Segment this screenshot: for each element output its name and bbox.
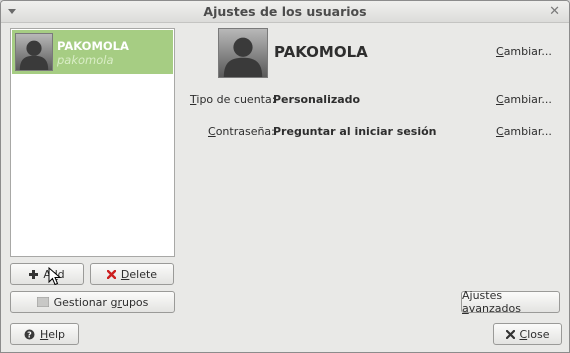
delete-x-icon xyxy=(106,269,116,279)
account-type-value: Personalizado xyxy=(273,93,361,106)
plus-icon xyxy=(29,269,39,279)
password-value: Preguntar al iniciar sesión xyxy=(273,125,437,138)
group-icon xyxy=(36,297,49,307)
advanced-settings-label: Ajustes avanzados xyxy=(462,289,521,315)
user-login-name: pakomola xyxy=(57,53,114,67)
help-icon: ? xyxy=(24,329,35,340)
close-icon[interactable]: ✕ xyxy=(549,4,560,19)
window-title: Ajustes de los usuarios xyxy=(203,4,367,19)
change-account-type-link[interactable]: Cambiar... xyxy=(496,93,552,106)
help-button-label: Help xyxy=(39,327,66,341)
add-button[interactable]: Add xyxy=(10,263,84,285)
mouse-pointer-icon xyxy=(48,267,61,286)
advanced-settings-button[interactable]: Ajustes avanzados xyxy=(461,289,560,315)
account-type-label: Tipo de cuenta: xyxy=(190,93,276,106)
close-x-icon xyxy=(505,329,515,339)
help-button[interactable]: ? Help xyxy=(10,323,79,345)
user-settings-window: Ajustes de los usuarios ✕ PAKOMOLA pakom… xyxy=(0,0,570,353)
selected-user-avatar-icon[interactable] xyxy=(218,28,268,78)
change-name-link[interactable]: Cambiar... xyxy=(496,45,552,58)
title-bar: Ajustes de los usuarios ✕ xyxy=(1,1,569,23)
delete-button-label: Delete xyxy=(120,267,158,281)
close-button[interactable]: Close xyxy=(493,323,562,345)
close-button-label: Close xyxy=(519,327,550,341)
manage-groups-button[interactable]: Gestionar grupos xyxy=(10,291,175,313)
user-display-name: PAKOMOLA xyxy=(57,39,129,53)
user-list[interactable]: PAKOMOLA pakomola xyxy=(10,28,175,257)
delete-button[interactable]: Delete xyxy=(90,263,174,285)
manage-groups-label: Gestionar grupos xyxy=(53,295,149,309)
svg-text:?: ? xyxy=(27,330,32,339)
user-list-item[interactable]: PAKOMOLA pakomola xyxy=(12,30,173,74)
selected-user-name: PAKOMOLA xyxy=(274,43,368,61)
password-label: Contraseña: xyxy=(208,125,275,138)
user-avatar-icon xyxy=(15,33,53,71)
change-password-link[interactable]: Cambiar... xyxy=(496,125,552,138)
